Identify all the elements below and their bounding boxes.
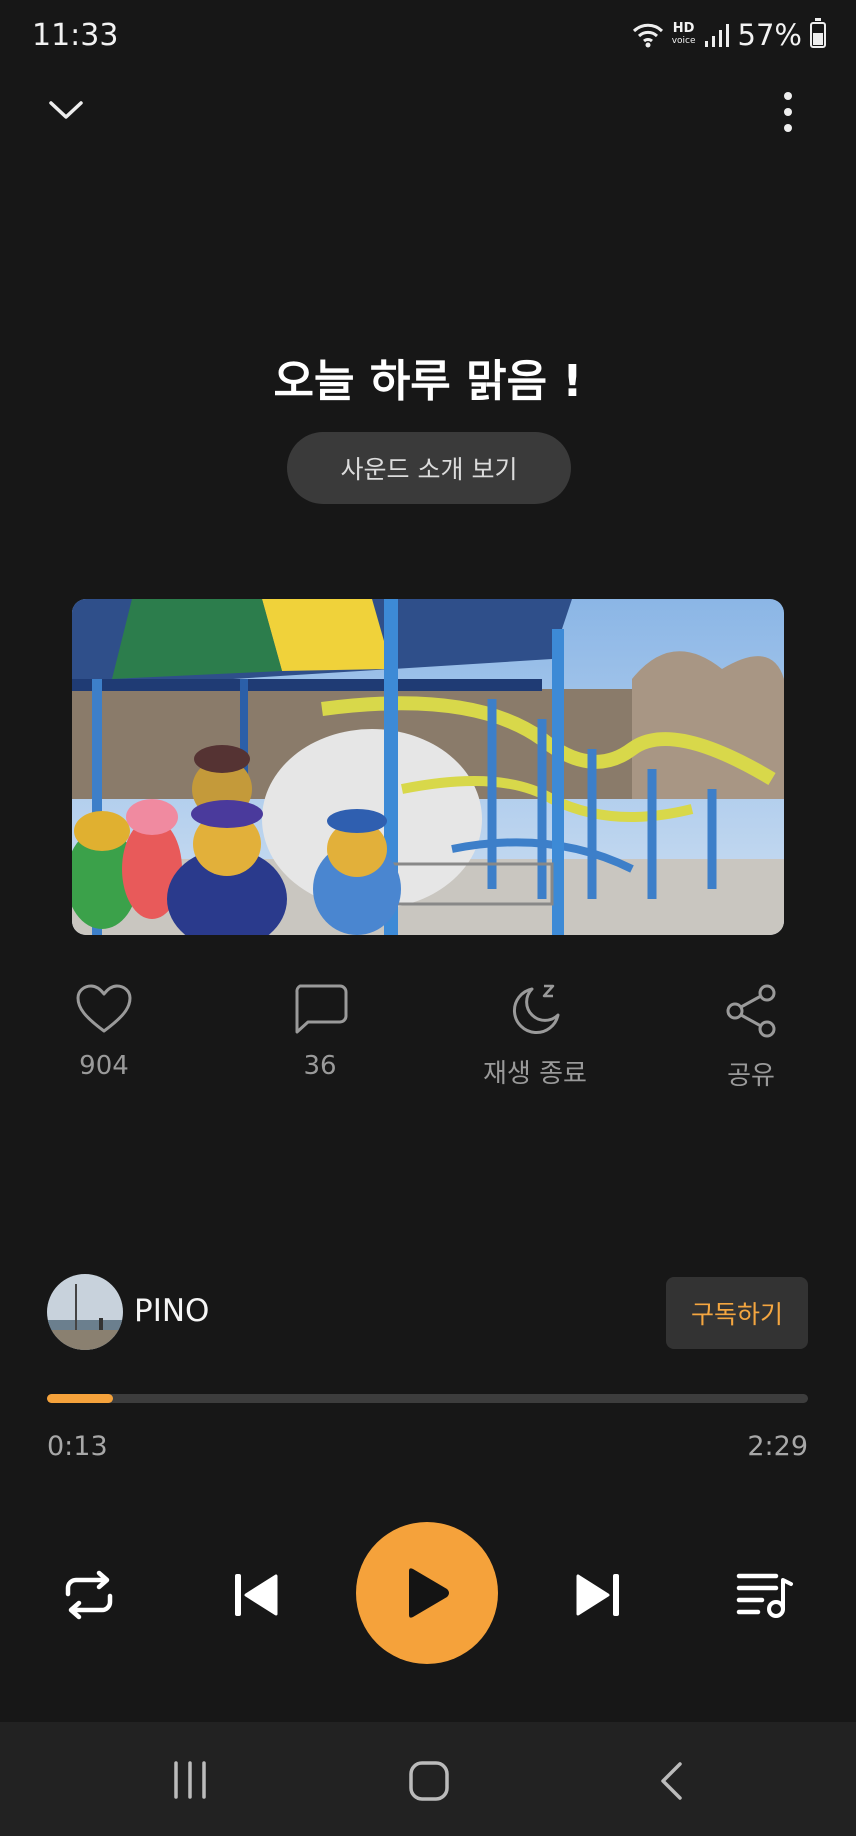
battery-percent: 57% [737, 18, 802, 52]
elapsed-time: 0:13 [47, 1431, 108, 1462]
sound-intro-button[interactable]: 사운드 소개 보기 [287, 432, 571, 504]
share-icon [726, 984, 776, 1038]
home-icon[interactable] [408, 1760, 450, 1802]
comment-action[interactable]: 36 [245, 983, 395, 1081]
recent-apps-icon[interactable] [170, 1760, 210, 1800]
like-count: 904 [79, 1051, 129, 1081]
play-icon [409, 1568, 449, 1618]
sleep-timer-label: 재생 종료 [483, 1059, 587, 1089]
progress-bar[interactable] [47, 1394, 808, 1403]
share-action[interactable]: 공유 [676, 983, 826, 1092]
back-icon[interactable] [656, 1760, 686, 1802]
track-title: 오늘 하루 맑음 ! [273, 356, 583, 407]
track-artwork [72, 599, 784, 935]
artist-avatar[interactable] [47, 1274, 123, 1350]
amusement-park-image [72, 599, 784, 935]
signal-icon [704, 24, 729, 47]
status-icons: HD voice 57% [632, 18, 826, 52]
heart-icon [76, 984, 132, 1033]
share-label: 공유 [727, 1061, 775, 1091]
playlist-icon[interactable] [736, 1572, 794, 1618]
artist-name[interactable]: PINO [134, 1293, 209, 1329]
status-time: 11:33 [32, 18, 119, 53]
battery-icon [810, 18, 826, 48]
repeat-icon[interactable] [62, 1570, 116, 1620]
next-track-icon[interactable] [574, 1571, 622, 1619]
progress-fill [47, 1394, 114, 1403]
comment-icon [295, 984, 348, 1034]
like-action[interactable]: 904 [29, 983, 179, 1081]
previous-track-icon[interactable] [232, 1571, 280, 1619]
play-button[interactable] [356, 1522, 498, 1664]
moon-sleep-icon [512, 984, 560, 1035]
total-duration: 2:29 [747, 1431, 808, 1462]
sleep-timer-action[interactable]: 재생 종료 [460, 983, 610, 1090]
hd-voice-indicator: HD voice [671, 21, 696, 46]
wifi-icon [632, 23, 663, 48]
system-navigation-bar [0, 1722, 856, 1836]
collapse-chevron-icon[interactable] [46, 96, 86, 124]
more-options-icon[interactable] [776, 90, 800, 134]
comment-count: 36 [303, 1051, 337, 1081]
subscribe-button[interactable]: 구독하기 [666, 1277, 808, 1349]
